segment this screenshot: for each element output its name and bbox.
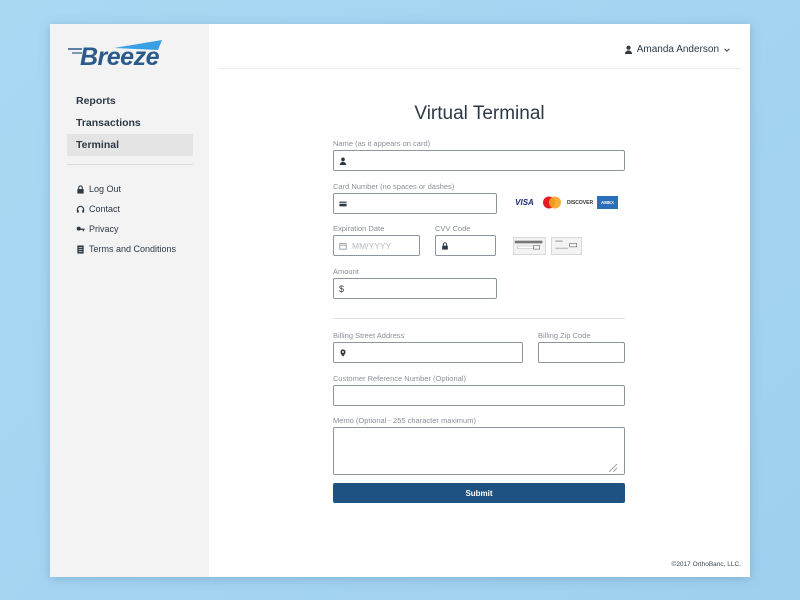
logout-label: Log Out: [89, 184, 122, 194]
nav-terminal[interactable]: Terminal: [67, 134, 193, 156]
main-content: Amanda Anderson Virtual Terminal Name (a…: [209, 24, 750, 577]
customer-ref-field[interactable]: [333, 385, 625, 406]
expiration-field[interactable]: MM/YYYY: [333, 235, 420, 256]
user-menu[interactable]: Amanda Anderson: [624, 44, 731, 55]
billing-street-field[interactable]: [333, 342, 523, 363]
lock-icon: [77, 184, 84, 194]
cvv-front-card-icon: [551, 237, 582, 255]
mastercard-logo-icon: [541, 196, 563, 209]
billing-street-label: Billing Street Address: [333, 331, 405, 340]
visa-logo-icon: VISA: [515, 198, 534, 207]
nav-divider: [67, 164, 193, 165]
nav-transactions[interactable]: Transactions: [67, 112, 193, 134]
map-marker-icon: [340, 348, 346, 357]
app-window: Breeze Reports Transactions Terminal Log…: [50, 24, 750, 577]
lock-icon: [442, 241, 448, 250]
amount-field[interactable]: $: [333, 278, 497, 299]
copyright-footer: ©2017 OrthoBanc, LLC.: [671, 561, 741, 568]
calendar-icon: [339, 242, 347, 250]
logout-link[interactable]: Log Out: [76, 179, 176, 199]
section-divider: [333, 318, 625, 319]
privacy-label: Privacy: [89, 224, 119, 234]
card-brand-logos: VISA DISCOVER AMEX: [513, 196, 623, 209]
user-icon: [339, 157, 347, 165]
privacy-link[interactable]: Privacy: [76, 219, 176, 239]
sidebar: Breeze Reports Transactions Terminal Log…: [50, 24, 209, 577]
contact-link[interactable]: Contact: [76, 199, 176, 219]
card-number-field[interactable]: [333, 193, 497, 214]
headset-icon: [76, 205, 85, 213]
user-name: Amanda Anderson: [636, 44, 719, 55]
amex-logo-icon: AMEX: [597, 196, 618, 209]
customer-ref-label: Customer Reference Number (Optional): [333, 374, 466, 383]
user-icon: [624, 45, 632, 54]
amount-label: Amount: [333, 267, 359, 276]
card-number-label: Card Number (no spaces or dashes): [333, 182, 455, 191]
page-title: Virtual Terminal: [414, 103, 545, 124]
cvv-field[interactable]: [435, 235, 496, 256]
document-icon: [77, 244, 84, 254]
submit-button[interactable]: Submit: [333, 483, 625, 503]
name-label: Name (as it appears on card): [333, 139, 431, 148]
expiration-placeholder: MM/YYYY: [352, 240, 392, 251]
cvv-label: CVV Code: [435, 224, 471, 233]
nav-reports[interactable]: Reports: [67, 90, 193, 112]
logo-text: Breeze: [80, 43, 160, 71]
credit-card-icon: [339, 201, 347, 206]
terms-label: Terms and Conditions: [89, 244, 177, 254]
chevron-down-icon: [724, 47, 730, 52]
top-bar: Amanda Anderson: [218, 24, 741, 69]
key-icon: [76, 226, 85, 231]
name-field[interactable]: [333, 150, 625, 171]
cvv-back-card-icon: [513, 237, 546, 255]
discover-logo-icon: DISCOVER: [566, 199, 594, 206]
billing-zip-label: Billing Zip Code: [538, 331, 591, 340]
resize-handle-icon[interactable]: [609, 464, 617, 472]
secondary-nav: Log Out Contact Privacy Terms and Condit…: [76, 179, 176, 259]
dollar-icon: $: [339, 283, 345, 294]
memo-field[interactable]: [333, 427, 625, 475]
billing-zip-field[interactable]: [538, 342, 625, 363]
terms-link[interactable]: Terms and Conditions: [76, 239, 176, 259]
expiration-label: Expiration Date: [333, 224, 385, 233]
memo-label: Memo (Optional - 255 character maximum): [333, 416, 476, 425]
main-nav: Reports Transactions Terminal: [67, 90, 193, 156]
contact-label: Contact: [89, 204, 121, 214]
